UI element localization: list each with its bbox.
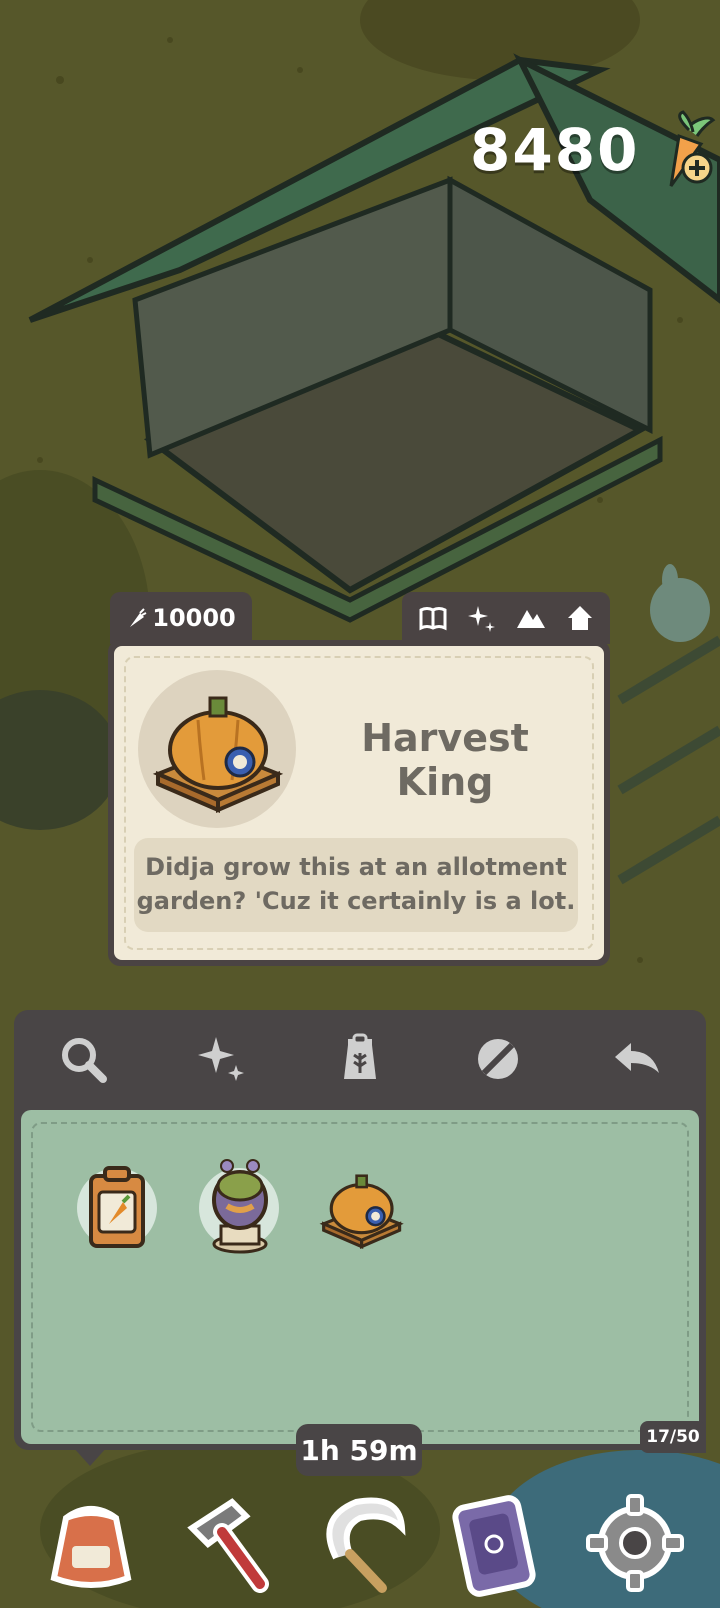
phone-button[interactable] — [444, 1488, 554, 1598]
house-icon[interactable] — [564, 602, 596, 634]
gear-icon — [586, 1494, 684, 1592]
inventory-slot-carrot-seed-packet[interactable] — [71, 1162, 163, 1254]
inventory-count: 17/50 — [640, 1421, 706, 1453]
bottom-nav — [0, 1488, 720, 1608]
currency-display[interactable]: 8480 — [470, 110, 719, 190]
currency-value: 8480 — [470, 116, 640, 184]
back-button[interactable] — [607, 1029, 667, 1089]
seed-bag-icon — [343, 1033, 376, 1079]
category-tab — [402, 592, 610, 644]
sparkle-icon[interactable] — [466, 602, 498, 634]
inventory-slot-mushroom-statue[interactable] — [193, 1159, 285, 1254]
inventory-toolbar — [14, 1010, 706, 1108]
sparkle-filter-button[interactable] — [192, 1029, 252, 1089]
search-icon — [62, 1038, 108, 1083]
build-button[interactable] — [172, 1488, 282, 1598]
sparkle-icon — [197, 1037, 244, 1081]
item-title: Harvest King — [361, 716, 529, 804]
sickle-icon — [326, 1497, 406, 1593]
search-button[interactable] — [53, 1029, 113, 1089]
eraser-icon — [478, 1039, 519, 1079]
price-value: 10000 — [152, 604, 236, 632]
back-arrow-icon — [614, 1043, 659, 1073]
harvest-button[interactable] — [306, 1488, 416, 1598]
item-description: Didja grow this at an allotment garden? … — [134, 838, 578, 932]
mushroom-statue-icon — [212, 1159, 268, 1254]
bag-button[interactable] — [36, 1488, 146, 1598]
inventory-slot-harvest-king[interactable] — [315, 1162, 407, 1254]
carrot-icon — [130, 608, 147, 627]
item-info-card: Harvest King Didja grow this at an allot… — [108, 640, 610, 966]
phone-icon — [452, 1495, 536, 1597]
item-preview — [138, 670, 296, 828]
seed-packet-icon — [89, 1166, 145, 1248]
hammer-icon — [187, 1498, 269, 1593]
settings-button[interactable] — [580, 1488, 690, 1598]
harvest-king-pumpkin-icon — [152, 696, 284, 814]
panel-pointer — [72, 1446, 108, 1466]
inventory-grid — [21, 1110, 699, 1444]
card-body: Harvest King Didja grow this at an allot… — [114, 646, 604, 960]
eraser-filter-button[interactable] — [468, 1029, 528, 1089]
price-tab: 10000 — [110, 592, 252, 644]
mountain-icon[interactable] — [515, 602, 547, 634]
bag-icon — [50, 1506, 132, 1588]
harvest-king-pumpkin-icon — [319, 1174, 404, 1250]
book-icon[interactable] — [417, 602, 449, 634]
inventory-panel — [14, 1010, 706, 1450]
timer-badge: 1h 59m — [296, 1424, 422, 1476]
seed-bag-filter-button[interactable] — [330, 1029, 390, 1089]
carrot-plus-icon[interactable] — [649, 110, 719, 190]
